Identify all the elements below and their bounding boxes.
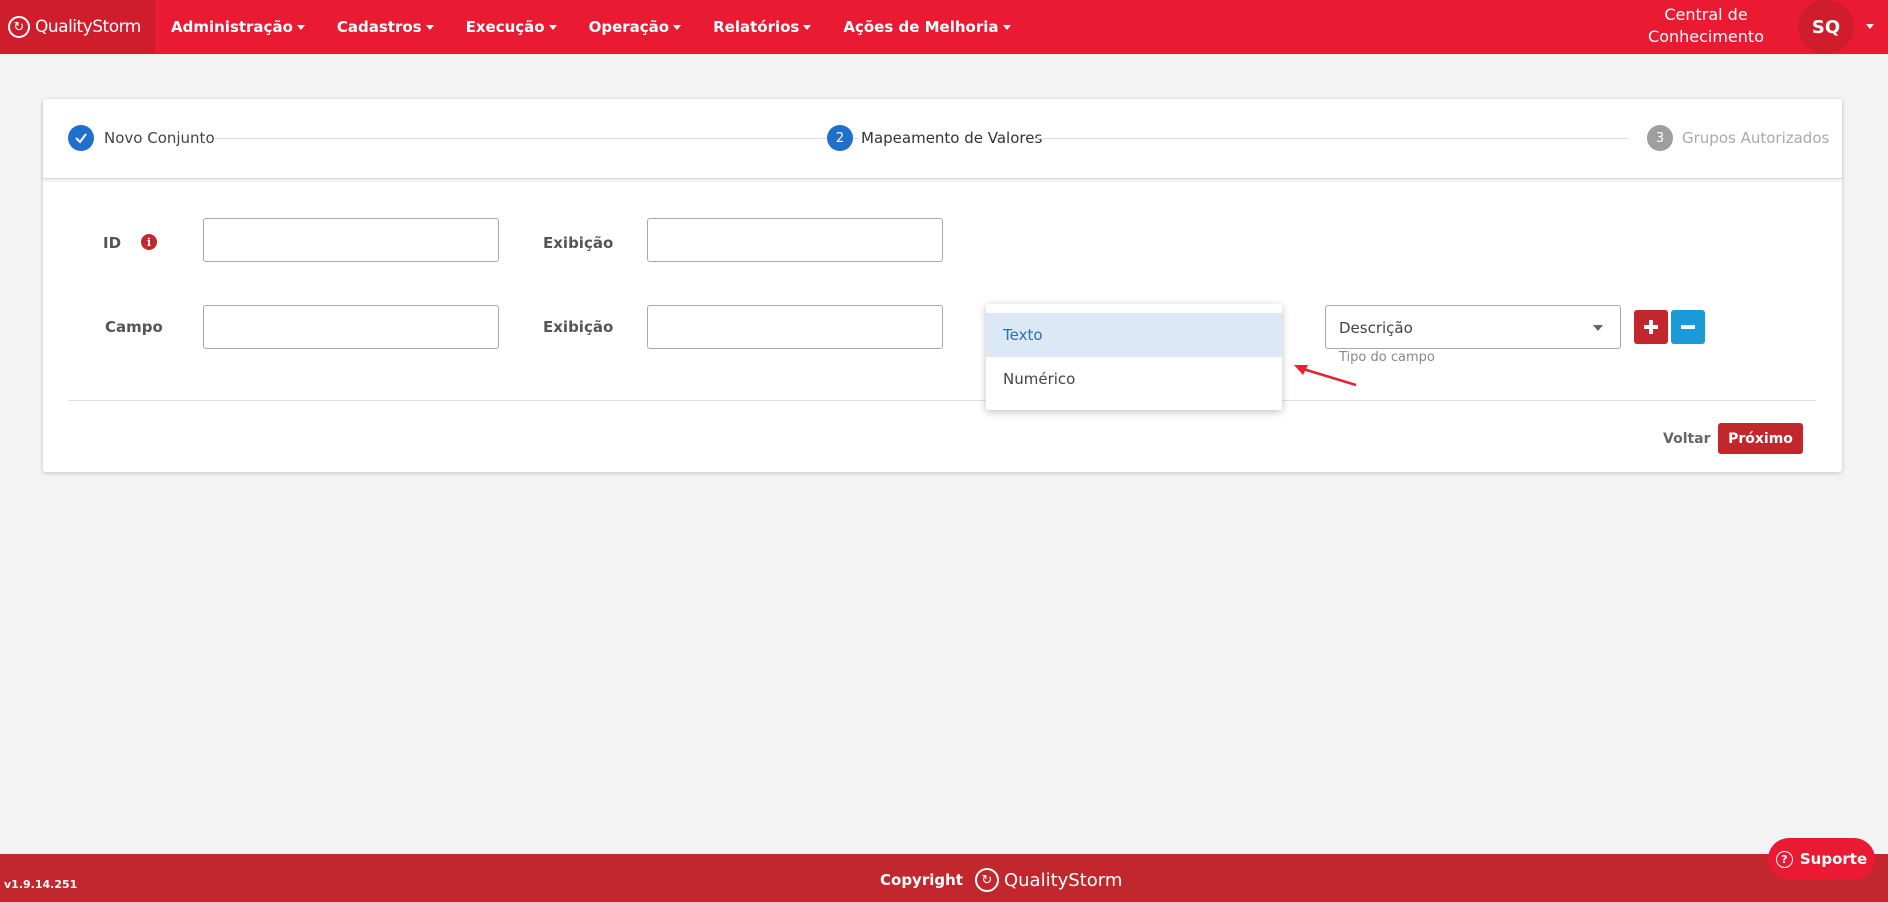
back-button[interactable]: Voltar [1663, 431, 1711, 447]
remove-row-button[interactable] [1671, 310, 1705, 344]
step-2-label: Mapeamento de Valores [861, 129, 1043, 147]
exibicao-label-1: Exibição [543, 234, 614, 252]
exibicao-label-2: Exibição [543, 318, 614, 336]
campo-label: Campo [105, 318, 163, 336]
storm-icon: ↻ [8, 16, 30, 38]
minus-icon [1681, 325, 1695, 329]
plus-icon [1644, 320, 1658, 334]
step-3-label: Grupos Autorizados [1682, 129, 1830, 147]
divider [68, 400, 1816, 401]
support-label: Suporte [1799, 850, 1868, 868]
menu-acoes-melhoria[interactable]: Ações de Melhoria [843, 18, 1011, 36]
caret-down-icon [1002, 24, 1011, 30]
exibicao-input-2[interactable] [647, 305, 943, 349]
id-label: ID [103, 234, 122, 252]
wizard-card: Novo Conjunto 2 Mapeamento de Valores 3 … [43, 99, 1842, 472]
brand-name: QualityStorm [35, 17, 141, 37]
option-texto[interactable]: Texto [986, 313, 1282, 357]
exibicao-input-1[interactable] [647, 218, 943, 262]
stepper: Novo Conjunto 2 Mapeamento de Valores 3 … [43, 99, 1842, 179]
tipo-campo-select[interactable]: Descrição [1325, 305, 1621, 349]
info-icon[interactable]: i [141, 234, 157, 250]
menu-relatorios[interactable]: Relatórios [713, 18, 812, 36]
avatar[interactable]: SQ [1798, 0, 1854, 54]
next-button[interactable]: Próximo [1718, 423, 1803, 454]
step-3-number: 3 [1647, 125, 1673, 151]
tipo-dropdown-menu: Texto Numérico [986, 304, 1282, 410]
caret-down-icon [803, 24, 812, 30]
brand-logo[interactable]: ↻ QualityStorm [0, 0, 155, 54]
option-numerico[interactable]: Numérico [986, 357, 1282, 401]
knowledge-center-link[interactable]: Central de Conhecimento [1640, 4, 1772, 48]
menu-operacao[interactable]: Operação [589, 18, 682, 36]
caret-down-icon [548, 24, 557, 30]
id-input[interactable] [203, 218, 499, 262]
menu-cadastros[interactable]: Cadastros [337, 18, 434, 36]
main-menu: Administração Cadastros Execução Operaçã… [155, 0, 1027, 54]
step-connector [214, 138, 858, 139]
footer: v1.9.14.251 Copyright ↻ QualityStorm [0, 854, 1888, 902]
annotation-arrow-icon [1294, 365, 1357, 387]
caret-down-icon [425, 24, 434, 30]
app-version: v1.9.14.251 [4, 878, 78, 891]
support-button[interactable]: ? Suporte [1768, 838, 1875, 880]
caret-down-icon [296, 24, 305, 30]
copyright: Copyright ↻ QualityStorm [880, 868, 1122, 892]
storm-icon: ↻ [974, 868, 999, 892]
knowledge-center-line1: Central de [1664, 5, 1748, 24]
add-row-button[interactable] [1634, 310, 1668, 344]
top-navbar: ↻ QualityStorm Administração Cadastros E… [0, 0, 1888, 54]
user-menu-caret-icon[interactable] [1866, 24, 1874, 29]
step-1-label: Novo Conjunto [104, 129, 215, 147]
tipo-campo-value: Descrição [1339, 319, 1413, 337]
menu-administracao[interactable]: Administração [171, 18, 305, 36]
knowledge-center-line2: Conhecimento [1648, 27, 1764, 46]
question-icon: ? [1775, 850, 1793, 868]
step-2-number: 2 [827, 125, 853, 151]
caret-down-icon [1593, 325, 1603, 331]
menu-execucao[interactable]: Execução [466, 18, 557, 36]
footer-brand: ↻ QualityStorm [974, 868, 1123, 892]
campo-input[interactable] [203, 305, 499, 349]
footer-brand-name: QualityStorm [1003, 869, 1123, 891]
caret-down-icon [673, 24, 682, 30]
check-icon [68, 125, 94, 151]
copyright-text: Copyright [880, 871, 963, 889]
step-connector [1035, 138, 1629, 139]
